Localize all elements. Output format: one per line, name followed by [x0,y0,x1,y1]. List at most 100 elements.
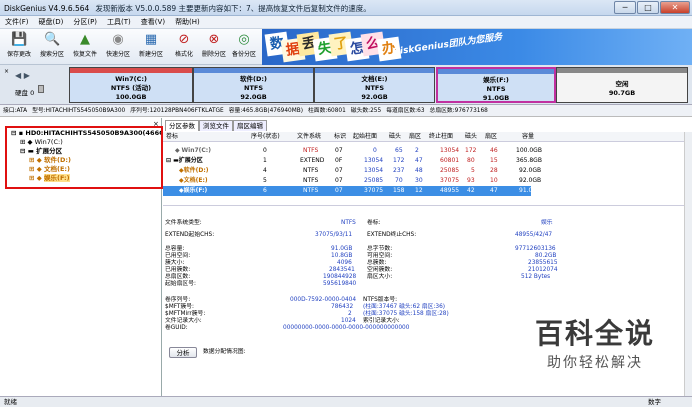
disk-heads: 磁头数:255 [350,108,382,114]
cell: 1 [263,157,267,164]
minimize-button[interactable]: ─ [614,1,636,14]
file-record-size-value: 1024 [341,318,356,324]
cell: 5 [471,167,475,174]
format-button[interactable]: ⊘ 格式化 [169,31,199,63]
watermark-title: 百科全说 [534,317,655,350]
file-record-size-label: 文件记录大小: [165,318,202,324]
index-record-size-label: 索引记录大小: [363,318,400,324]
menu-tools[interactable]: 工具(T) [102,16,136,29]
menu-help[interactable]: 帮助(H) [170,16,205,29]
menu-view[interactable]: 查看(V) [136,16,170,29]
partition-details: 文件系统类型: NTFS 卷标: 娱乐 EXTEND起始CHS: 37075/9… [163,214,563,358]
maximize-button[interactable]: □ [637,1,659,14]
cell: 5 [263,177,267,184]
backup-partition-button[interactable]: ◎ 备份分区 [229,31,259,63]
table-row[interactable]: ⊟ ▬ 扩展分区 1 EXTEND 0F 13054 172 47 60801 … [163,156,692,166]
menu-file[interactable]: 文件(F) [0,16,34,29]
update-notice[interactable]: 发现新版本 V5.0.0.589 主要更新内容如下：7、提高恢复文件后复制文件的… [95,4,370,13]
disk-label: 硬盘 0 [15,89,35,97]
format-icon: ⊘ [178,32,190,47]
delete-partition-button[interactable]: ⊗ 删除分区 [199,31,229,63]
delete-icon: ⊗ [208,32,220,47]
disk-model: 型号:HITACHIHTS545050B9A300 [32,108,126,114]
cell: 07 [335,177,343,184]
disk-map: × ◀ ▶ 硬盘 0 Win7(C:) NTFS (活动) 100.0GB 软件(D… [0,65,692,105]
menu-partition[interactable]: 分区(P) [68,16,102,29]
partition-bar [70,68,192,73]
cell: 237 [393,167,405,174]
watermark-subtitle: 助你轻松解决 [547,355,643,371]
search-partition-button[interactable]: 🔍 搜索分区 [37,31,67,63]
quick-partition-button[interactable]: ◉ 快速分区 [103,31,133,63]
volume-guid-label: 卷GUID: [165,325,188,331]
mftmirr-label: $MFTMirr簇号: [165,311,206,317]
table-header: 卷标 序号(状态) 文件系统 标识 起始柱面 磁头 扇区 终止柱面 磁头 扇区 … [163,132,692,142]
cell: 0F [335,157,343,164]
cell: 37075 [364,187,384,194]
cell: 47 [415,157,423,164]
new-partition-button[interactable]: ▦ 新建分区 [136,31,166,63]
menu-bar: 文件(F) 硬盘(D) 分区(P) 工具(T) 查看(V) 帮助(H) [0,16,692,29]
tab-browse-files[interactable]: 浏览文件 [199,120,233,131]
cell: 37075 [440,177,460,184]
partition-size: 92.0GB [240,93,267,101]
promo-banner[interactable]: 数 据 丢 失 了 怎 么 办 DiskGenius团队为您服务 [262,29,692,65]
cell: NTFS [303,147,319,154]
partition-block-e[interactable]: 文档(E:) NTFS 92.0GB [314,67,435,103]
disk-total-sectors: 总扇区数:976773168 [429,108,488,114]
cell: 48955 [440,187,460,194]
partition-fs: NTFS [365,84,384,92]
cell: 4 [263,167,267,174]
col-header: 扇区 [485,133,498,140]
numlock-indicator: 数字 [648,398,661,406]
partition-size: 100.0GB [115,93,147,101]
close-button[interactable]: ✕ [660,1,690,14]
free-space-block[interactable]: 空闲 90.7GB [556,67,688,103]
banner-slogan: DiskGenius团队为您服务 [392,32,504,58]
collapse-icon[interactable]: × [4,68,10,75]
table-row-selected[interactable]: ◆ 娱乐(F:) 6 NTFS 07 37075 158 12 48955 42… [163,186,541,196]
status-bar: 就绪 数字 [0,396,692,407]
partition-name: 空闲 [615,80,629,88]
new-partition-icon: ▦ [144,32,158,47]
serial-value: 000D-7592-0000-0404 [290,297,357,303]
table-row[interactable]: ◆ Win7(C:) 0 NTFS 07 0 65 2 13054 172 46… [163,146,692,156]
col-header: 文件系统 [297,133,322,140]
recover-files-button[interactable]: ▲ 恢复文件 [70,31,100,63]
save-changes-button[interactable]: 💾 保存更改 [4,31,34,63]
partition-block-f[interactable]: 娱乐(F:) NTFS 91.0GB [436,67,556,103]
analyze-button[interactable]: 分析 [169,347,197,358]
vertical-scrollbar[interactable] [684,132,692,396]
table-row[interactable]: ◆ 软件(D:) 4 NTFS 07 13054 237 48 25085 5 … [163,166,692,176]
cell-label: ◆ 软件(D:) [179,167,209,174]
cell: 158 [393,187,405,194]
cell: EXTEND [300,157,325,164]
cell: 13054 [364,157,384,164]
allocation-map-label: 数据分配情况图: [203,349,246,355]
cell: 07 [335,147,343,154]
table-row[interactable]: ◆ 文档(E:) 5 NTFS 07 25085 70 30 37075 93 … [163,176,692,186]
detail-value: 4096 [337,260,352,266]
menu-disk[interactable]: 硬盘(D) [34,16,69,29]
cell: 25085 [364,177,384,184]
cell: 13054 [440,147,460,154]
extend-end-label: EXTEND终止CHS: [367,232,417,238]
partition-block-c[interactable]: Win7(C:) NTFS (活动) 100.0GB [69,67,193,103]
tab-sector-editor[interactable]: 扇区编辑 [233,120,267,131]
partition-block-d[interactable]: 软件(D:) NTFS 92.0GB [193,67,314,103]
mft-chs: (柱面:37467 磁头:62 扇区:36) [363,304,446,310]
col-header: 磁头 [389,133,402,140]
cell: 0 [263,147,267,154]
toolbar-label: 保存更改 [6,51,31,58]
search-icon: 🔍 [44,32,61,47]
disk-nav-arrows-icon[interactable]: ◀ ▶ [15,71,30,80]
cell: 92.0GB [519,177,542,184]
serial-label: 卷序列号: [165,297,191,303]
cell: 47 [490,187,498,194]
recover-icon: ▲ [80,32,90,47]
cell: 2 [415,147,419,154]
cell: 28 [490,167,498,174]
detail-value: 21012074 [528,267,558,273]
tab-partition-params[interactable]: 分区参数 [165,120,199,131]
fs-type-value: NTFS [341,220,356,226]
